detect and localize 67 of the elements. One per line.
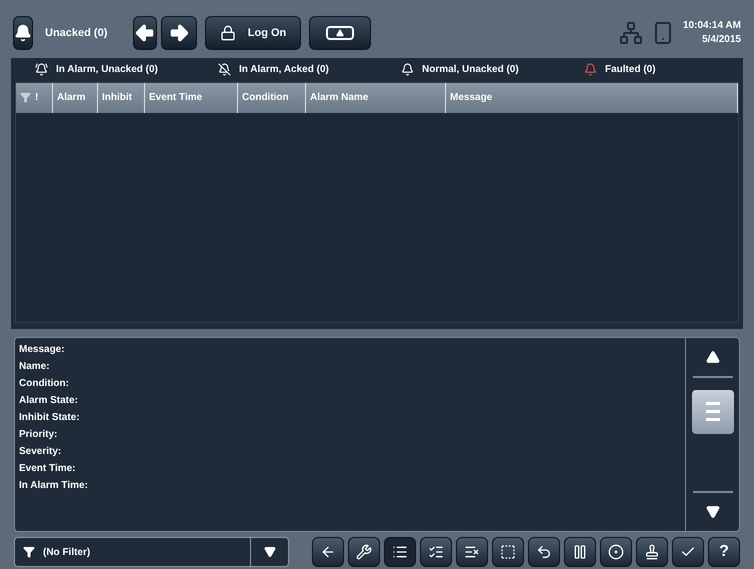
list-x-icon	[464, 544, 480, 560]
detail-label: Event Time:	[19, 462, 76, 475]
toolbar-button[interactable]	[312, 537, 344, 568]
list-icon	[392, 544, 408, 560]
left-arrow-icon	[134, 22, 156, 44]
toolbar-button[interactable]	[420, 537, 452, 568]
toolbar-button[interactable]	[384, 537, 416, 568]
column-header[interactable]: Event Time	[149, 90, 202, 106]
pause-icon	[572, 544, 588, 560]
column-header[interactable]: Alarm	[57, 90, 86, 106]
clock-date: 5/4/2015	[702, 32, 741, 47]
detail-label: Message:	[19, 344, 66, 356]
wrench-icon	[356, 544, 372, 560]
unacked-count: Unacked (0)	[45, 26, 108, 41]
bell-outline-icon	[401, 63, 414, 76]
filter-value: (No Filter)	[43, 546, 92, 560]
clock-time: 10:04:14 AM	[683, 18, 741, 33]
status-count: In Alarm, Acked (0)	[239, 63, 329, 78]
triangle-icon	[326, 26, 354, 40]
toolbar-button[interactable]	[456, 537, 488, 568]
toolbar-button[interactable]	[348, 537, 380, 568]
detail-label: In Alarm Time:	[19, 480, 89, 492]
ringing-bell-icon	[35, 63, 48, 76]
list-check-icon	[428, 544, 444, 560]
right-arrow-icon	[168, 22, 190, 44]
scroll-up-icon[interactable]	[706, 350, 720, 364]
status-count: Faulted (0)	[605, 63, 656, 78]
toolbar-button[interactable]	[600, 537, 632, 568]
toolbar-button[interactable]: ?	[708, 537, 740, 568]
toolbar-button[interactable]	[564, 537, 596, 568]
detail-label: Priority:	[19, 428, 58, 441]
eject-button[interactable]	[309, 16, 371, 50]
column-header[interactable]: !	[35, 90, 38, 106]
detail-label: Alarm State:	[19, 394, 79, 407]
log-on-button[interactable]: Log On	[205, 16, 301, 50]
scroll-down-icon[interactable]	[706, 505, 720, 520]
toolbar-button[interactable]	[528, 537, 560, 568]
filter-icon	[20, 92, 31, 104]
status-count: Normal, Unacked (0)	[422, 63, 519, 78]
stamp-icon	[644, 544, 660, 560]
column-header[interactable]: Inhibit	[102, 90, 132, 106]
circle-dot-icon	[608, 544, 624, 560]
detail-label: Name:	[19, 360, 51, 373]
detail-label: Severity:	[19, 446, 62, 458]
toolbar-button[interactable]	[636, 537, 668, 568]
status-count: In Alarm, Unacked (0)	[56, 63, 158, 78]
detail-label: Inhibit State:	[19, 412, 81, 424]
column-header[interactable]: Message	[450, 90, 492, 106]
crossed-bell-icon	[218, 63, 231, 76]
alarm-bell-button[interactable]	[13, 16, 33, 50]
bell-icon	[14, 24, 32, 42]
filter-icon	[23, 546, 35, 558]
scroll-thumb[interactable]	[692, 390, 734, 434]
network-icon	[619, 20, 643, 45]
column-header[interactable]: Condition	[242, 90, 289, 106]
undo-icon	[536, 544, 552, 560]
lock-icon	[220, 24, 236, 41]
frame-icon	[500, 544, 516, 560]
detail-label: Condition:	[19, 378, 70, 390]
warning-bell-icon	[584, 63, 597, 76]
toolbar-button[interactable]	[672, 537, 704, 568]
toolbar-button[interactable]	[492, 537, 524, 568]
column-header[interactable]: Alarm Name	[310, 90, 368, 106]
next-button[interactable]	[161, 16, 197, 50]
previous-button[interactable]	[133, 16, 157, 50]
filter-dropdown[interactable]: (No Filter)	[14, 537, 289, 568]
dropdown-caret-icon	[264, 546, 276, 558]
